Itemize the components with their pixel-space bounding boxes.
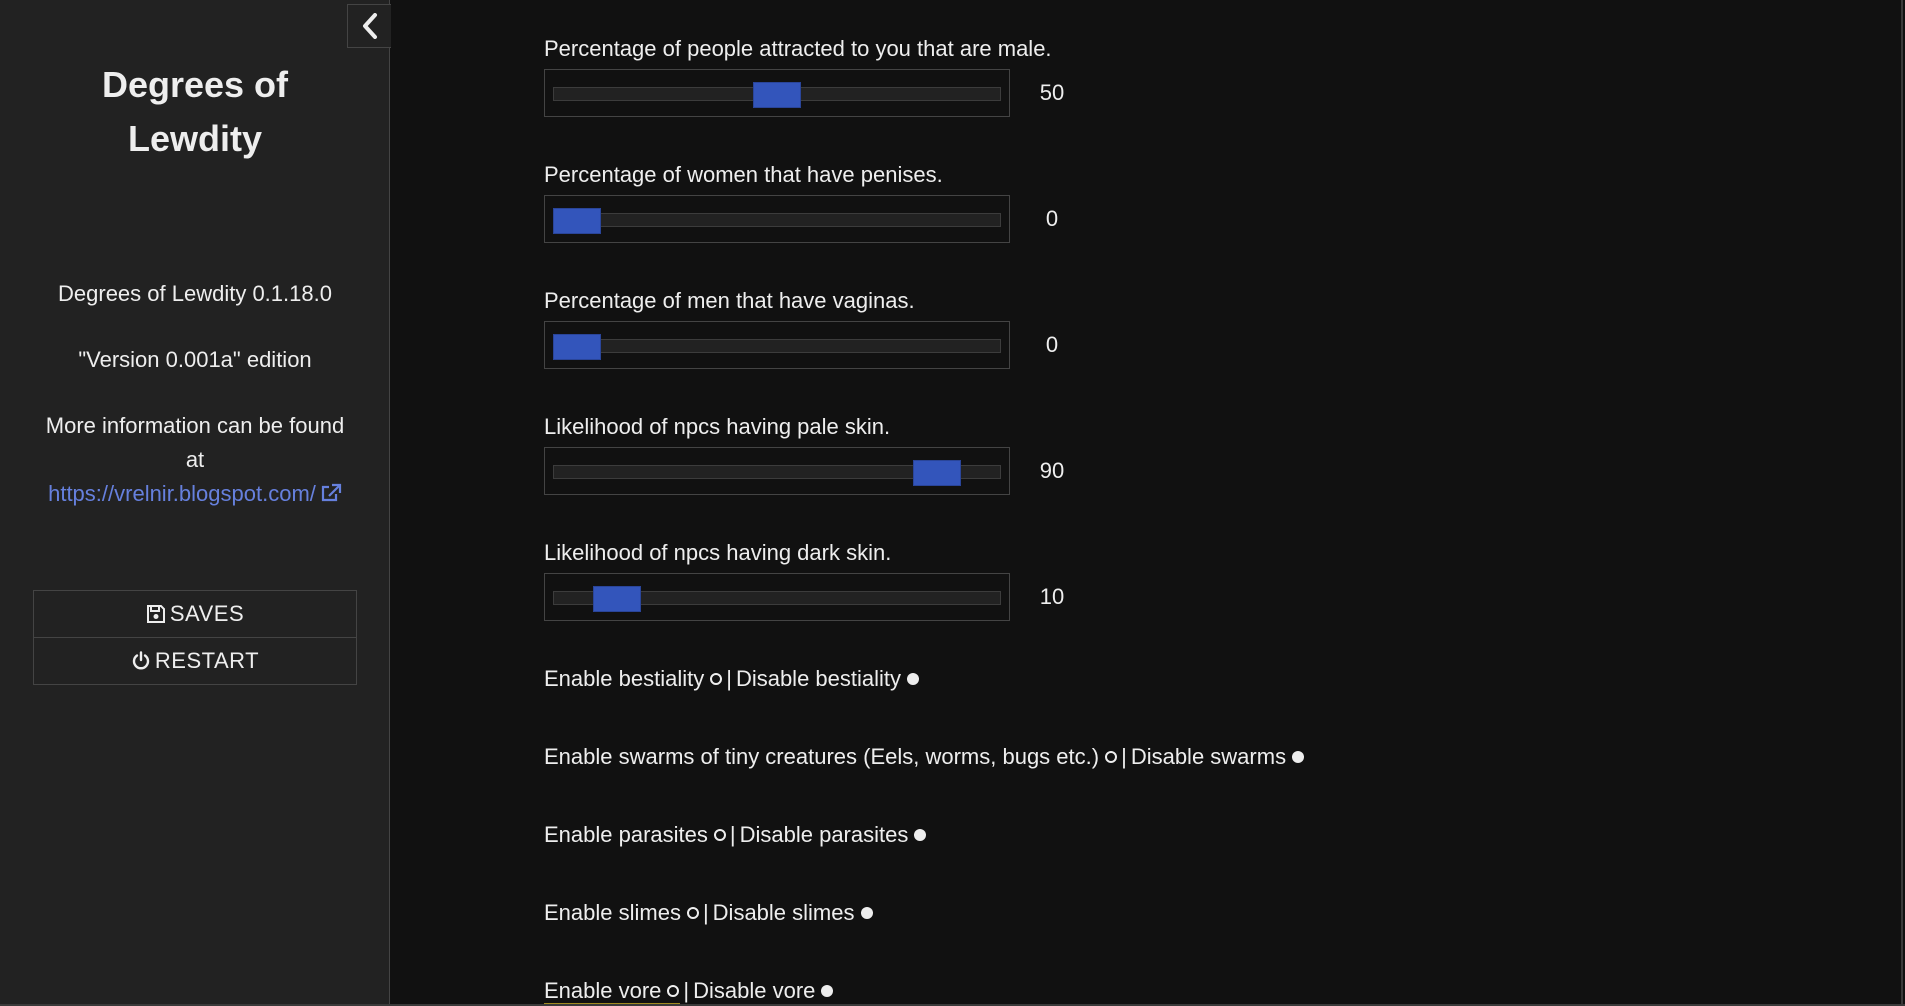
male-attraction-option: Percentage of people attracted to you th… bbox=[544, 35, 1064, 117]
slider-value: 90 bbox=[1039, 458, 1065, 483]
disable-bestiality-option[interactable]: Disable bestiality bbox=[735, 666, 920, 691]
slider-value: 0 bbox=[1045, 332, 1059, 357]
separator: | bbox=[1121, 744, 1127, 769]
disable-parasites-option[interactable]: Disable parasites bbox=[740, 822, 927, 847]
ui-bar: Degrees of Lewdity Degrees of Lewdity 0.… bbox=[0, 0, 391, 1006]
slider-label: Likelihood of npcs having dark skin. bbox=[544, 540, 892, 565]
floppy-disk-icon bbox=[146, 605, 165, 623]
separator: | bbox=[729, 822, 736, 847]
radio-selected-icon bbox=[1292, 751, 1305, 763]
men-vaginas-slider[interactable] bbox=[544, 321, 1010, 369]
disable-swarms-option[interactable]: Disable swarms bbox=[1130, 744, 1305, 769]
slider-label: Percentage of women that have penises. bbox=[544, 162, 943, 187]
external-link-icon bbox=[320, 479, 342, 513]
parasites-toggle: Enable parasites | Disable parasites bbox=[544, 821, 927, 849]
option-label: Enable vore bbox=[544, 978, 662, 1003]
separator: | bbox=[683, 978, 690, 1003]
stow-sidebar-button[interactable] bbox=[347, 4, 391, 48]
slider-row: 0 bbox=[544, 195, 1058, 243]
passage bbox=[391, 0, 1905, 1006]
slider-value: 0 bbox=[1045, 206, 1059, 231]
enable-bestiality-option[interactable]: Enable bestiality bbox=[544, 666, 723, 691]
enable-parasites-option[interactable]: Enable parasites bbox=[544, 822, 726, 847]
chevron-left-icon bbox=[362, 13, 377, 39]
slider-thumb[interactable] bbox=[593, 586, 641, 612]
slider-row: 90 bbox=[544, 447, 1064, 495]
slider-row: 10 bbox=[544, 573, 1064, 621]
option-label: Disable slimes bbox=[712, 900, 855, 925]
radio-unselected-icon bbox=[713, 829, 726, 841]
more-info-line: at bbox=[185, 447, 205, 472]
option-label: Enable swarms of tiny creatures (Eels, w… bbox=[544, 744, 1100, 769]
radio-unselected-icon bbox=[686, 907, 699, 919]
male-attraction-slider[interactable] bbox=[544, 69, 1010, 117]
swarms-toggle: Enable swarms of tiny creatures (Eels, w… bbox=[544, 743, 1305, 771]
radio-unselected-icon bbox=[710, 673, 723, 685]
blog-link[interactable]: https://vrelnir.blogspot.com/ bbox=[48, 481, 342, 506]
slider-value: 10 bbox=[1039, 584, 1065, 609]
pale-skin-option: Likelihood of npcs having pale skin. 90 bbox=[544, 413, 1064, 495]
story-title-line: Lewdity bbox=[127, 118, 262, 159]
blog-link-text: https://vrelnir.blogspot.com/ bbox=[48, 481, 316, 506]
menu-core: SAVES RESTART bbox=[33, 590, 357, 685]
dark-skin-option: Likelihood of npcs having dark skin. 10 bbox=[544, 539, 1064, 621]
disable-slimes-option[interactable]: Disable slimes bbox=[713, 900, 873, 925]
separator: | bbox=[726, 666, 732, 691]
option-label: Disable parasites bbox=[739, 822, 909, 847]
women-penises-option: Percentage of women that have penises. 0 bbox=[544, 161, 1058, 243]
slider-thumb[interactable] bbox=[553, 208, 601, 234]
slider-label: Likelihood of npcs having pale skin. bbox=[544, 414, 891, 439]
radio-unselected-icon bbox=[667, 985, 680, 997]
enable-swarms-option[interactable]: Enable swarms of tiny creatures (Eels, w… bbox=[544, 744, 1118, 769]
slider-track bbox=[553, 213, 1001, 227]
option-label: Disable swarms bbox=[1130, 744, 1287, 769]
slider-label: Percentage of people attracted to you th… bbox=[544, 36, 1052, 61]
enable-vore-option[interactable]: Enable vore bbox=[544, 978, 680, 1003]
version-text: Degrees of Lewdity 0.1.18.0 bbox=[58, 281, 332, 306]
option-label: Enable slimes bbox=[544, 900, 681, 925]
slider-row: 50 bbox=[544, 69, 1064, 117]
separator: | bbox=[702, 900, 709, 925]
slider-label: Percentage of men that have vaginas. bbox=[544, 288, 915, 313]
radio-selected-icon bbox=[907, 673, 920, 685]
women-penises-slider[interactable] bbox=[544, 195, 1010, 243]
slimes-toggle: Enable slimes | Disable slimes bbox=[544, 899, 873, 927]
edition-text: "Version 0.001a" edition bbox=[78, 347, 312, 372]
radio-unselected-icon bbox=[1105, 751, 1118, 763]
story-title: Degrees of Lewdity bbox=[0, 58, 390, 166]
option-label: Disable bestiality bbox=[735, 666, 902, 691]
slider-row: 0 bbox=[544, 321, 1058, 369]
window-right-border bbox=[1901, 0, 1903, 1006]
saves-button[interactable]: SAVES bbox=[34, 591, 356, 637]
radio-selected-icon bbox=[860, 907, 873, 919]
slider-thumb[interactable] bbox=[913, 460, 961, 486]
option-label: Enable parasites bbox=[544, 822, 708, 847]
more-info-line: More information can be found bbox=[45, 413, 345, 438]
slider-track bbox=[553, 339, 1001, 353]
slider-value: 50 bbox=[1039, 80, 1065, 105]
restart-label: RESTART bbox=[154, 648, 260, 673]
option-label: Disable vore bbox=[693, 978, 816, 1003]
dark-skin-slider[interactable] bbox=[544, 573, 1010, 621]
enable-slimes-option[interactable]: Enable slimes bbox=[544, 900, 699, 925]
slider-thumb[interactable] bbox=[553, 334, 601, 360]
slider-thumb[interactable] bbox=[753, 82, 801, 108]
story-title-line: Degrees of bbox=[101, 64, 289, 105]
radio-selected-icon bbox=[914, 829, 927, 841]
vore-toggle: Enable vore | Disable vore bbox=[544, 977, 834, 1005]
app-window: Degrees of Lewdity Degrees of Lewdity 0.… bbox=[0, 0, 1905, 1006]
disable-vore-option[interactable]: Disable vore bbox=[693, 978, 834, 1003]
more-info-link-line: https://vrelnir.blogspot.com/ bbox=[0, 477, 390, 513]
bestiality-toggle: Enable bestiality | Disable bestiality bbox=[544, 665, 920, 693]
radio-selected-icon bbox=[821, 985, 834, 997]
power-icon bbox=[132, 651, 150, 670]
saves-label: SAVES bbox=[169, 601, 245, 626]
restart-button[interactable]: RESTART bbox=[34, 637, 356, 684]
pale-skin-slider[interactable] bbox=[544, 447, 1010, 495]
men-vaginas-option: Percentage of men that have vaginas. 0 bbox=[544, 287, 1058, 369]
option-label: Enable bestiality bbox=[544, 666, 705, 691]
more-info-text: More information can be found at https:/… bbox=[0, 409, 390, 513]
